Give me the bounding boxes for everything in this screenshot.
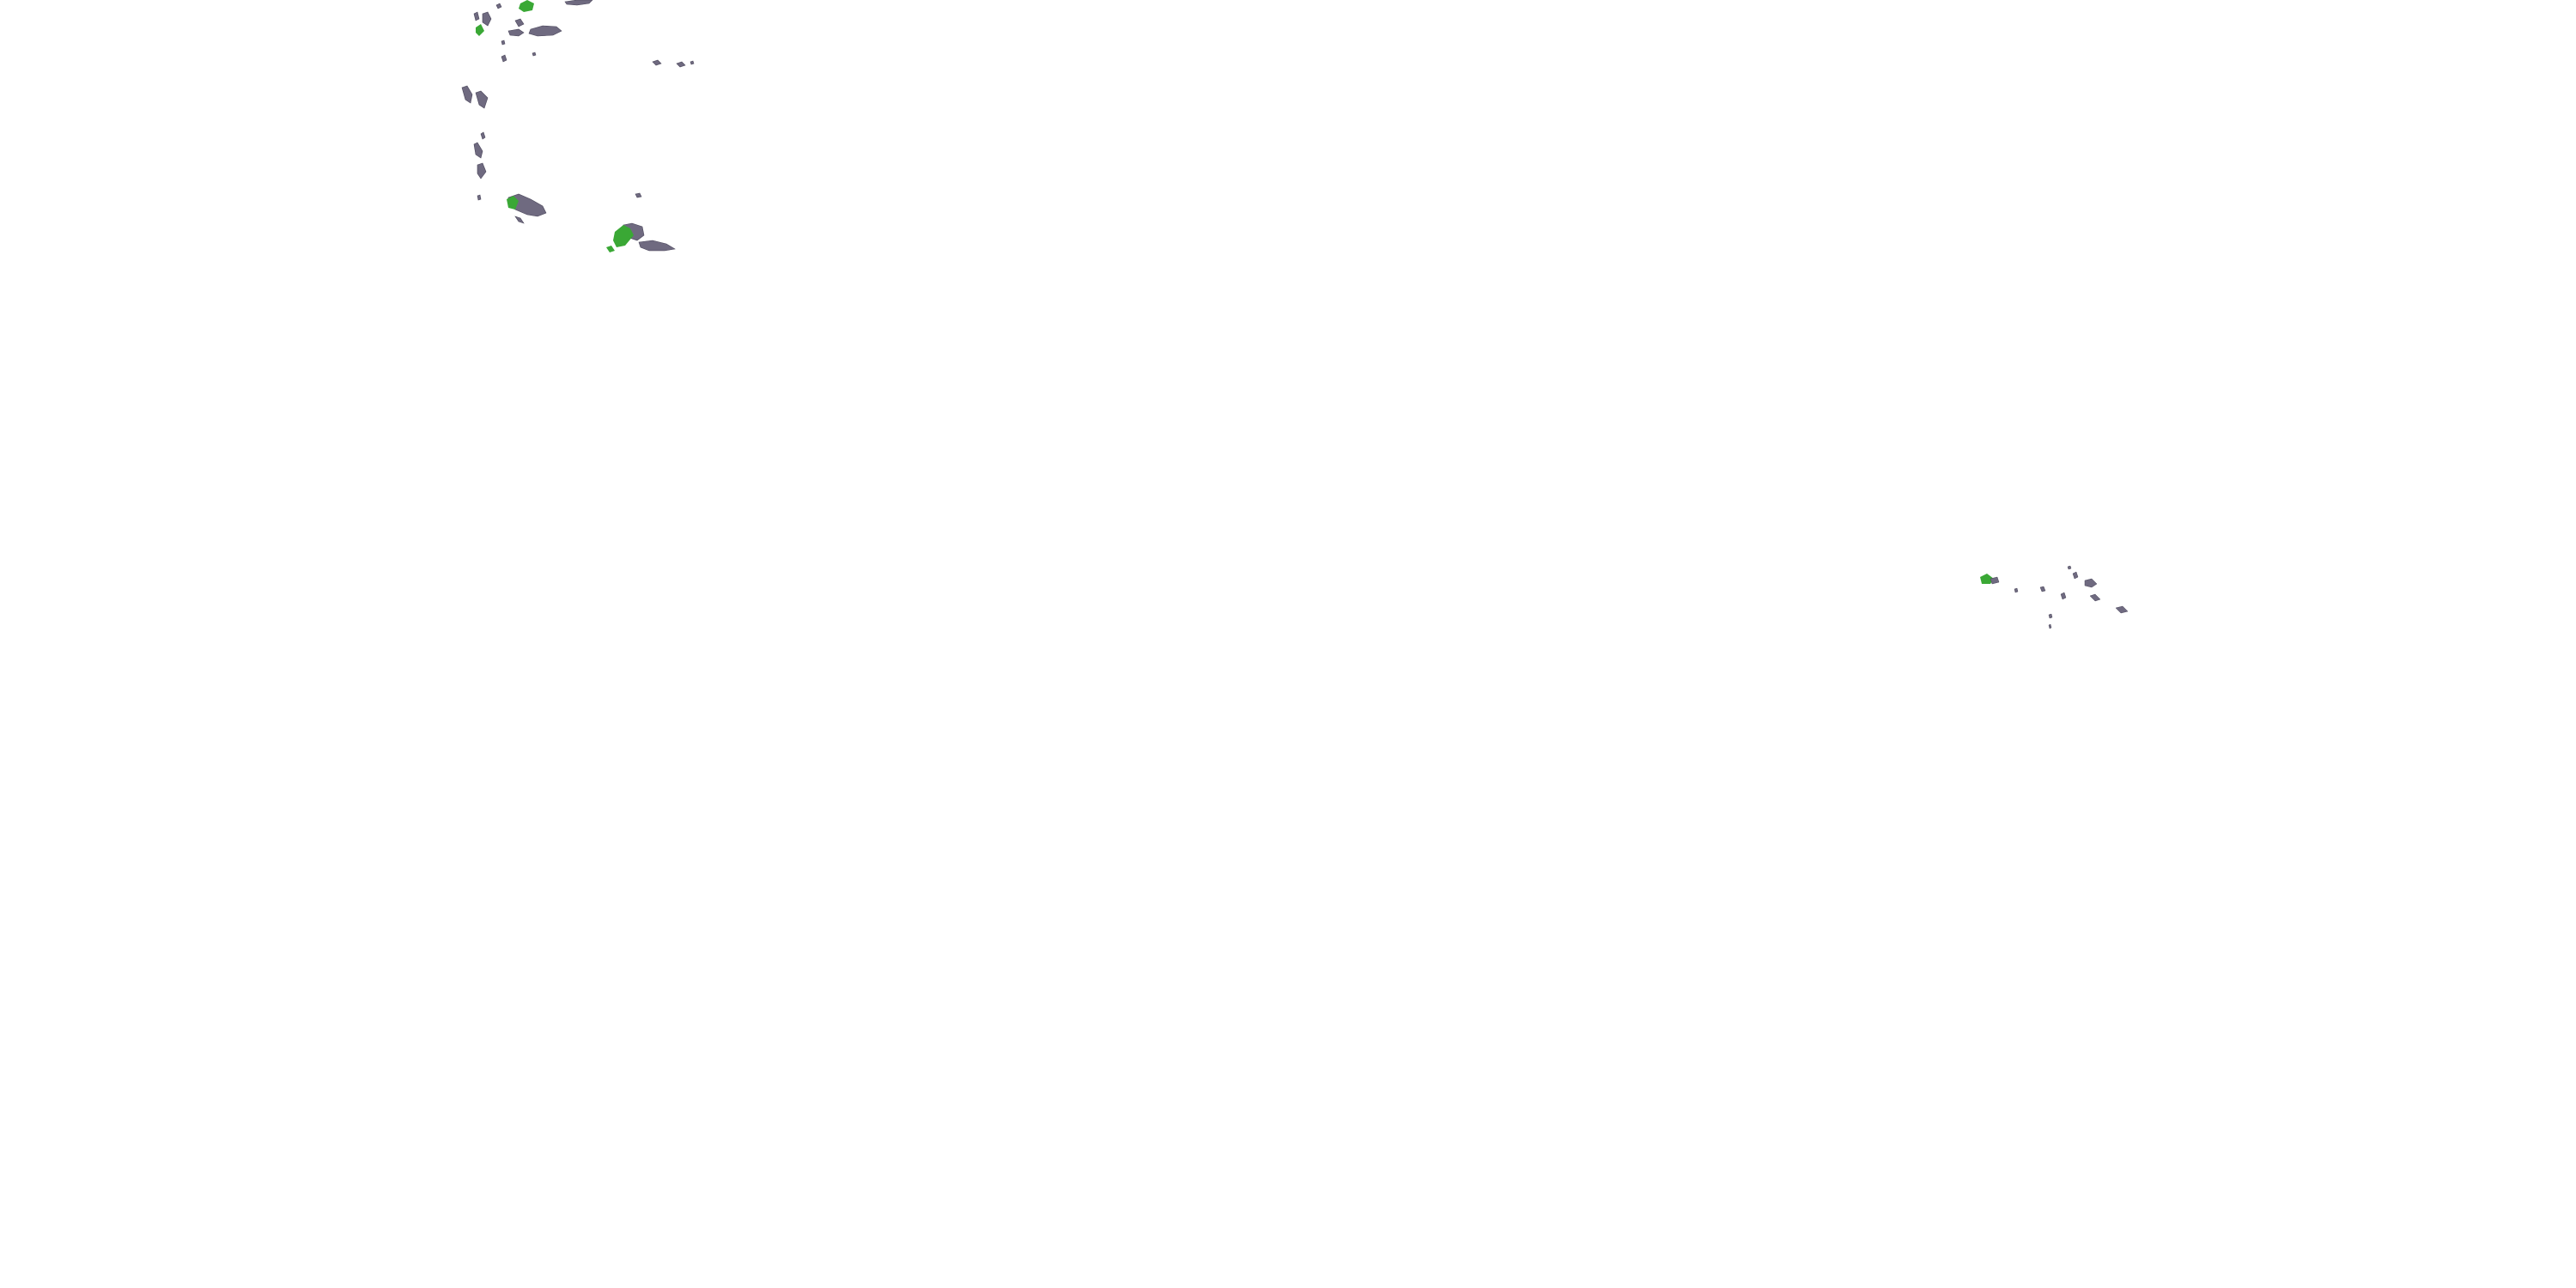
landmass [532, 52, 537, 57]
map-background [0, 0, 2576, 1288]
landmass [2048, 613, 2053, 619]
map-svg [0, 0, 2576, 1288]
map-canvas[interactable] [0, 0, 2576, 1288]
landmass [2067, 565, 2072, 570]
landmass [690, 60, 695, 65]
landmass [477, 194, 482, 201]
landmass [501, 39, 506, 46]
landmass [2014, 587, 2019, 593]
